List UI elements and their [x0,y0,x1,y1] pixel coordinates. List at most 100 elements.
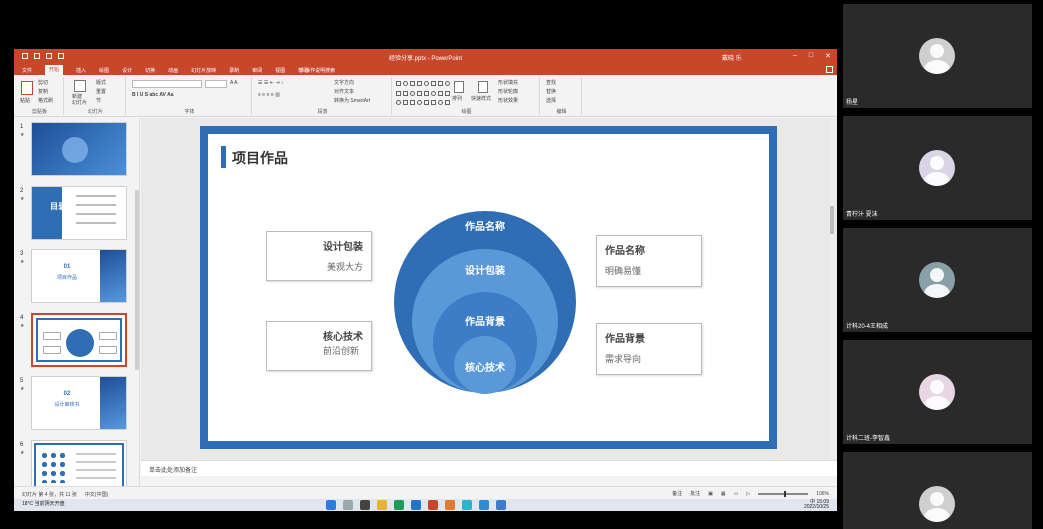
quick-styles-icon[interactable] [478,81,488,93]
shapes-gallery[interactable] [396,81,450,109]
vertical-scrollbar[interactable] [829,118,835,460]
bullets-icon[interactable]: ☰ ☰ ⇤ ⇥ ↕ [258,80,283,86]
participant-tile[interactable] [843,452,1032,529]
shape-option-icon[interactable] [445,100,450,106]
tab-9[interactable]: 审阅 [252,67,262,75]
scrollbar-thumb[interactable] [830,206,834,234]
cut-button[interactable]: 剪切 [38,79,48,86]
replace-button[interactable]: 替换 [546,88,556,95]
shape-option-icon[interactable] [396,81,401,86]
paste-button[interactable]: 粘贴 [20,97,30,104]
shape-option-icon[interactable] [431,90,436,96]
quick-styles-button[interactable]: 快速样式 [471,95,491,102]
layout-button[interactable]: 版式 [96,79,106,86]
tab-5[interactable]: 切换 [145,67,155,75]
shape-option-icon[interactable] [445,81,450,86]
save-icon[interactable] [22,53,28,59]
align-icons[interactable]: ≡ ≡ ≡ ≡ ▥ [258,92,280,98]
slide-thumbnail[interactable]: 02 设计审核书 [31,376,127,430]
weather-widget[interactable]: 18°C 当前阴天开盘 [22,500,65,507]
shape-option-icon[interactable] [438,100,443,106]
shape-option-icon[interactable] [403,100,408,106]
shape-option-icon[interactable] [410,100,415,106]
font-size-combo[interactable] [205,80,227,88]
current-slide[interactable]: 项目作品 设计包装 美观大方 核心技术 前沿创新 作品名称 明确易懂 作品背景 … [200,126,777,449]
app-icon[interactable] [445,500,455,510]
tab-0[interactable]: 文件 [22,67,32,75]
shape-option-icon[interactable] [396,100,401,106]
undo-icon[interactable] [34,53,40,59]
shape-option-icon[interactable] [396,90,401,96]
tab-2[interactable]: 插入 [76,67,86,75]
shape-option-icon[interactable] [417,81,422,86]
start-presentation-icon[interactable] [58,53,64,59]
find-button[interactable]: 查找 [546,79,556,86]
app2-icon[interactable] [479,500,489,510]
slideshow-icon[interactable]: ▷ [746,491,750,497]
new-slide-button[interactable]: 新建 幻灯片 [72,94,87,106]
shape-option-icon[interactable] [431,81,436,86]
search-icon[interactable] [343,500,353,510]
shape-option-icon[interactable] [438,90,443,96]
participant-tile[interactable]: 计科20-4王相成 [843,228,1032,332]
callout-work-name[interactable]: 作品名称 明确易懂 [596,235,702,287]
reading-view-icon[interactable]: ▭ [734,491,739,497]
browser-icon[interactable] [411,500,421,510]
thumbnail-scrollbar[interactable] [135,190,139,370]
app3-icon[interactable] [496,500,506,510]
zoom-slider[interactable] [758,490,809,497]
select-button[interactable]: 选择 [546,97,556,104]
task-view-icon[interactable] [360,500,370,510]
shape-option-icon[interactable] [403,81,408,86]
edge-icon[interactable] [394,500,404,510]
participant-tile[interactable]: 青柠汁 夏沫 [843,116,1032,220]
callout-core-technology[interactable]: 核心技术 前沿创新 [266,321,372,371]
new-slide-icon[interactable] [74,80,86,92]
shape-option-icon[interactable] [417,90,422,96]
system-tray[interactable]: 中 15:09 2022/10/25 [804,500,829,510]
comments-button[interactable]: 批注 [690,490,700,497]
shape-outline-button[interactable]: 形状轮廓 [498,88,518,95]
redo-icon[interactable] [46,53,52,59]
arrange-button[interactable]: 排列 [452,95,462,102]
tell-me-search[interactable]: ⚲ 操作说明搜索 [300,67,335,74]
comments-icon[interactable] [826,66,833,73]
bold-icon[interactable]: B I U S abc AV Aa [132,92,174,98]
tab-7[interactable]: 幻灯片放映 [191,67,216,75]
shape-option-icon[interactable] [445,90,450,96]
shape-option-icon[interactable] [417,100,422,106]
file-explorer-icon[interactable] [377,500,387,510]
participant-tile[interactable]: 杨星 [843,4,1032,108]
maximize-icon[interactable]: □ [809,52,813,60]
shape-option-icon[interactable] [424,90,429,96]
slide-thumbnail[interactable] [31,122,127,176]
paste-icon[interactable] [21,81,33,95]
align-text-button[interactable]: 对齐文本 [334,88,354,95]
tab-6[interactable]: 动画 [168,67,178,75]
powerpoint-icon[interactable] [428,500,438,510]
smartart-button[interactable]: 转换为 SmartArt [334,97,370,104]
font-grow-icon[interactable]: A A [230,80,238,86]
slide-title[interactable]: 项目作品 [232,148,288,168]
callout-work-background[interactable]: 作品背景 需求导向 [596,323,702,375]
shape-option-icon[interactable] [410,90,415,96]
shape-option-icon[interactable] [424,81,429,86]
slide-thumbnail[interactable]: 目录 [31,186,127,240]
tab-3[interactable]: 绘图 [99,67,109,75]
minimize-icon[interactable]: – [793,52,797,60]
start-icon[interactable] [326,500,336,510]
user-name[interactable]: 戴晓 乐 [722,53,742,62]
font-name-combo[interactable] [132,80,202,88]
tab-10[interactable]: 视图 [275,67,285,75]
notes-pane[interactable]: 单击此处添加备注 [141,460,837,476]
shape-fill-button[interactable]: 形状填充 [498,79,518,86]
sorter-view-icon[interactable]: ▦ [721,491,726,497]
normal-view-icon[interactable]: ▣ [708,491,713,497]
text-direction-button[interactable]: 文字方向 [334,79,354,86]
shape-effects-button[interactable]: 形状效果 [498,97,518,104]
shape-option-icon[interactable] [410,81,415,86]
shape-option-icon[interactable] [438,81,443,86]
callout-design-packaging[interactable]: 设计包装 美观大方 [266,231,372,281]
shape-option-icon[interactable] [424,100,429,106]
tab-1[interactable]: 开始 [45,65,64,75]
